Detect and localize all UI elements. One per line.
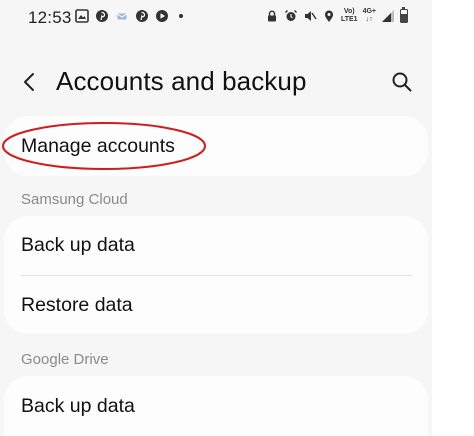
system-icons: Vo) LTE1 4G+ ↓↑ [265,6,408,24]
message-icon [117,13,127,20]
google-drive-card: Back up data [4,376,428,436]
search-icon[interactable] [390,70,414,94]
back-arrow-icon[interactable] [18,70,42,94]
samsung-restore-data-label: Restore data [21,293,133,316]
battery-icon [400,6,408,23]
pinterest-icon [136,10,148,22]
page-title: Accounts and backup [56,66,307,96]
data-arrows-icon: ↓↑ [365,16,373,23]
samsung-cloud-card: Back up data Restore data [4,216,428,334]
samsung-restore-data-item[interactable]: Restore data [4,276,428,334]
samsung-back-up-data-item[interactable]: Back up data [4,216,428,274]
signal-icon [382,10,394,22]
status-bar: 12:53 Vo) LTE1 4G+ ↓↑ [0,0,432,36]
google-back-up-data-item[interactable]: Back up data [4,377,428,435]
status-time: 12:53 [28,8,72,27]
4g-icon: 4G+ ↓↑ [363,8,376,24]
lock-icon [267,10,276,22]
gallery-icon [75,9,89,23]
4g-text: 4G+ [362,8,376,15]
volte-text-bottom: LTE1 [340,16,358,23]
volte-text-top: Vo) [343,8,355,15]
manage-accounts-card: Manage accounts [4,116,428,176]
samsung-back-up-data-label: Back up data [21,233,135,256]
alarm-icon [284,10,297,21]
notification-icons [75,9,183,23]
dot-icon [179,14,183,18]
edge-strip [432,0,474,436]
volte-icon: Vo) LTE1 [341,8,358,24]
google-back-up-data-label: Back up data [21,394,135,417]
accounts-and-backup-screen: 12:53 Vo) LTE1 4G+ ↓↑ Accounts and backu… [0,0,474,436]
location-icon [324,10,333,22]
battery-level [401,13,407,22]
play-icon [156,10,168,22]
section-label-samsung-cloud: Samsung Cloud [21,191,128,208]
pinterest-icon [96,10,108,22]
manage-accounts-label: Manage accounts [21,134,175,157]
app-bar: Accounts and backup [0,60,432,104]
section-label-google-drive: Google Drive [21,351,109,368]
mute-icon [304,11,317,21]
manage-accounts-item[interactable]: Manage accounts [4,117,428,175]
